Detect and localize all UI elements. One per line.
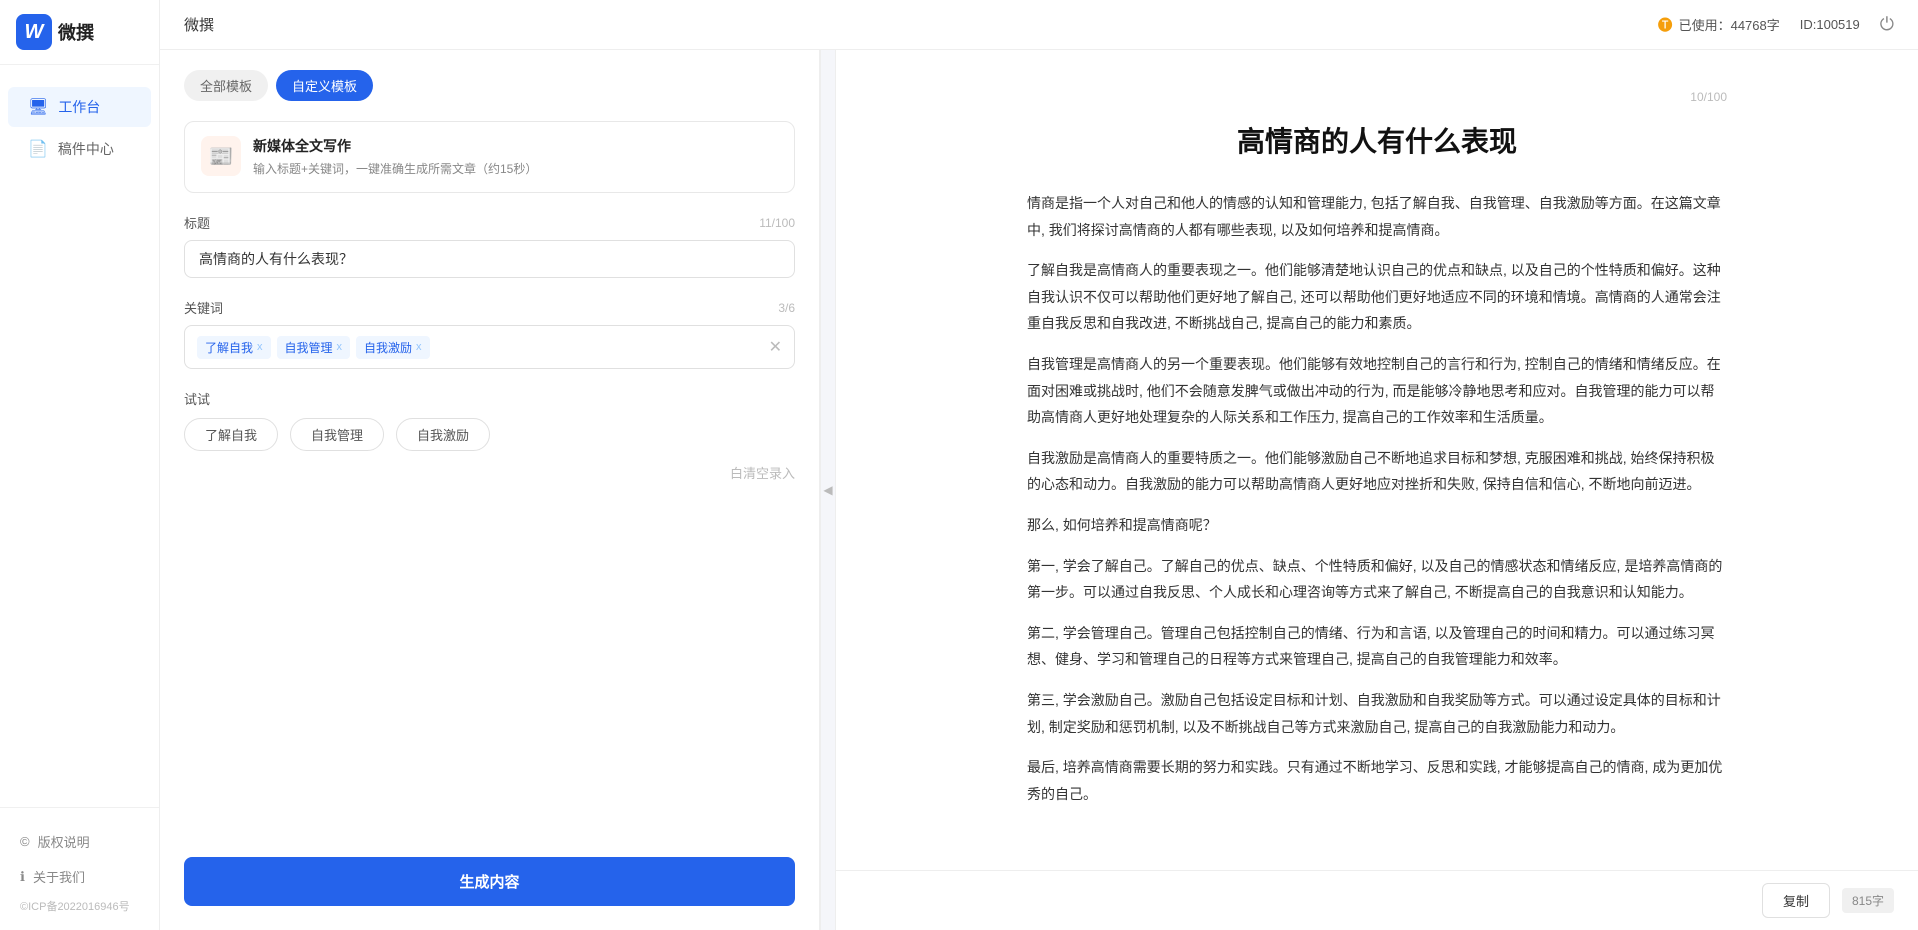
keyword-count: 3/6 (778, 301, 795, 315)
workbench-icon: 🖥 (28, 97, 48, 117)
keyword-tag-2: 自我激励 x (356, 336, 430, 359)
topbar: 微撰 🅣 已使用：44768字 ID:100519 ⏻ (160, 0, 1918, 50)
keyword-remove-0[interactable]: x (257, 341, 263, 353)
topbar-title: 微撰 (184, 14, 214, 35)
collapse-arrow-icon: ◀ (823, 483, 832, 497)
right-bottom-bar: 复制 815字 (836, 870, 1918, 930)
title-count: 11/100 (759, 216, 795, 230)
tab-custom-templates[interactable]: 自定义模板 (276, 70, 373, 101)
right-panel: 10/100 高情商的人有什么表现 情商是指一个人对自己和他人的情感的认知和管理… (836, 50, 1918, 930)
usage-display: 🅣 已使用：44768字 (1658, 14, 1780, 35)
logo-area: W 微撰 (0, 0, 159, 65)
paragraph-8: 最后, 培养高情商需要长期的努力和实践。只有通过不断地学习、反思和实践, 才能够… (1027, 754, 1727, 807)
try-label: 试试 (184, 389, 795, 408)
template-desc: 输入标题+关键词，一键准确生成所需文章（约15秒） (253, 160, 778, 178)
template-icon: 📰 (201, 136, 241, 176)
keywords-clear-icon[interactable]: ✕ (769, 337, 782, 357)
about-icon: ℹ (20, 869, 25, 885)
power-icon[interactable]: ⏻ (1880, 14, 1894, 35)
logo-icon: W (16, 14, 52, 50)
usage-icon: 🅣 (1658, 14, 1673, 35)
try-tags: 了解自我 自我管理 自我激励 (184, 418, 795, 451)
article-title: 高情商的人有什么表现 (1027, 120, 1727, 160)
keyword-text-2: 自我激励 (364, 339, 412, 356)
article-container: 10/100 高情商的人有什么表现 情商是指一个人对自己和他人的情感的认知和管理… (947, 50, 1807, 921)
keyword-remove-2[interactable]: x (416, 341, 422, 353)
generate-button[interactable]: 生成内容 (184, 857, 795, 906)
keyword-remove-1[interactable]: x (337, 341, 343, 353)
title-input[interactable] (184, 240, 795, 278)
template-card: 📰 新媒体全文写作 输入标题+关键词，一键准确生成所需文章（约15秒） (184, 121, 795, 193)
collapse-handle[interactable]: ◀ (820, 50, 836, 930)
keyword-section: 关键词 3/6 了解自我 x 自我管理 x 自我激励 x (184, 298, 795, 369)
paragraph-3: 自我激励是高情商人的重要特质之一。他们能够激励自己不断地追求目标和梦想, 克服困… (1027, 445, 1727, 498)
sidebar-item-workbench[interactable]: 🖥 工作台 (8, 87, 151, 127)
try-tag-1[interactable]: 自我管理 (290, 418, 384, 451)
copyright-icon: © (20, 834, 30, 849)
keywords-box[interactable]: 了解自我 x 自我管理 x 自我激励 x ✕ (184, 325, 795, 369)
icp-text: ©ICP备2022016946号 (16, 894, 143, 914)
keyword-tag-0: 了解自我 x (197, 336, 271, 359)
sidebar-item-label-workbench: 工作台 (58, 97, 100, 117)
left-panel: 全部模板 自定义模板 📰 新媒体全文写作 输入标题+关键词，一键准确生成所需文章… (160, 50, 820, 930)
template-info: 新媒体全文写作 输入标题+关键词，一键准确生成所需文章（约15秒） (253, 136, 778, 178)
paragraph-5: 第一, 学会了解自己。了解自己的优点、缺点、个性特质和偏好, 以及自己的情感状态… (1027, 553, 1727, 606)
sidebar-item-label-drafts: 稿件中心 (58, 139, 114, 159)
keyword-text-0: 了解自我 (205, 339, 253, 356)
app-name: 微撰 (58, 19, 94, 45)
copyright-label: 版权说明 (38, 832, 90, 851)
topbar-right: 🅣 已使用：44768字 ID:100519 ⏻ (1658, 14, 1894, 35)
paragraph-7: 第三, 学会激励自己。激励自己包括设定目标和计划、自我激励和自我奖励等方式。可以… (1027, 687, 1727, 740)
content-area: 全部模板 自定义模板 📰 新媒体全文写作 输入标题+关键词，一键准确生成所需文章… (160, 50, 1918, 930)
clear-input-btn[interactable]: 白清空录入 (184, 463, 795, 482)
tab-all-templates[interactable]: 全部模板 (184, 70, 268, 101)
keyword-tag-1: 自我管理 x (277, 336, 351, 359)
sidebar-item-about[interactable]: ℹ 关于我们 (16, 859, 143, 894)
paragraph-2: 自我管理是高情商人的另一个重要表现。他们能够有效地控制自己的言行和行为, 控制自… (1027, 351, 1727, 431)
keyword-label: 关键词 (184, 298, 223, 317)
sidebar-item-drafts[interactable]: 📄 稿件中心 (8, 129, 151, 169)
article-page-count: 10/100 (1027, 90, 1727, 104)
try-section: 试试 了解自我 自我管理 自我激励 白清空录入 (184, 389, 795, 482)
paragraph-6: 第二, 学会管理自己。管理自己包括控制自己的情绪、行为和言语, 以及管理自己的时… (1027, 620, 1727, 673)
user-id: ID:100519 (1800, 17, 1860, 32)
word-count: 815字 (1842, 888, 1894, 913)
article-body: 情商是指一个人对自己和他人的情感的认知和管理能力, 包括了解自我、自我管理、自我… (1027, 190, 1727, 807)
sidebar-footer: © 版权说明 ℹ 关于我们 ©ICP备2022016946号 (0, 807, 159, 930)
try-tag-0[interactable]: 了解自我 (184, 418, 278, 451)
usage-text: 已使用：44768字 (1679, 15, 1780, 34)
about-label: 关于我们 (33, 867, 85, 886)
template-name: 新媒体全文写作 (253, 136, 778, 156)
drafts-icon: 📄 (28, 139, 48, 159)
paragraph-0: 情商是指一个人对自己和他人的情感的认知和管理能力, 包括了解自我、自我管理、自我… (1027, 190, 1727, 243)
paragraph-4: 那么, 如何培养和提高情商呢？ (1027, 512, 1727, 539)
title-section: 标题 11/100 (184, 213, 795, 278)
copy-button[interactable]: 复制 (1762, 883, 1830, 918)
title-label-row: 标题 11/100 (184, 213, 795, 232)
keyword-text-1: 自我管理 (285, 339, 333, 356)
sidebar: W 微撰 🖥 工作台 📄 稿件中心 © 版权说明 ℹ 关于我们 ©ICP备202… (0, 0, 160, 930)
sidebar-item-copyright[interactable]: © 版权说明 (16, 824, 143, 859)
main: 微撰 🅣 已使用：44768字 ID:100519 ⏻ 全部模板 自定义模板 📰… (160, 0, 1918, 930)
template-tabs: 全部模板 自定义模板 (184, 70, 795, 101)
sidebar-nav: 🖥 工作台 📄 稿件中心 (0, 65, 159, 807)
title-label: 标题 (184, 213, 210, 232)
try-tag-2[interactable]: 自我激励 (396, 418, 490, 451)
keyword-label-row: 关键词 3/6 (184, 298, 795, 317)
paragraph-1: 了解自我是高情商人的重要表现之一。他们能够清楚地认识自己的优点和缺点, 以及自己… (1027, 257, 1727, 337)
